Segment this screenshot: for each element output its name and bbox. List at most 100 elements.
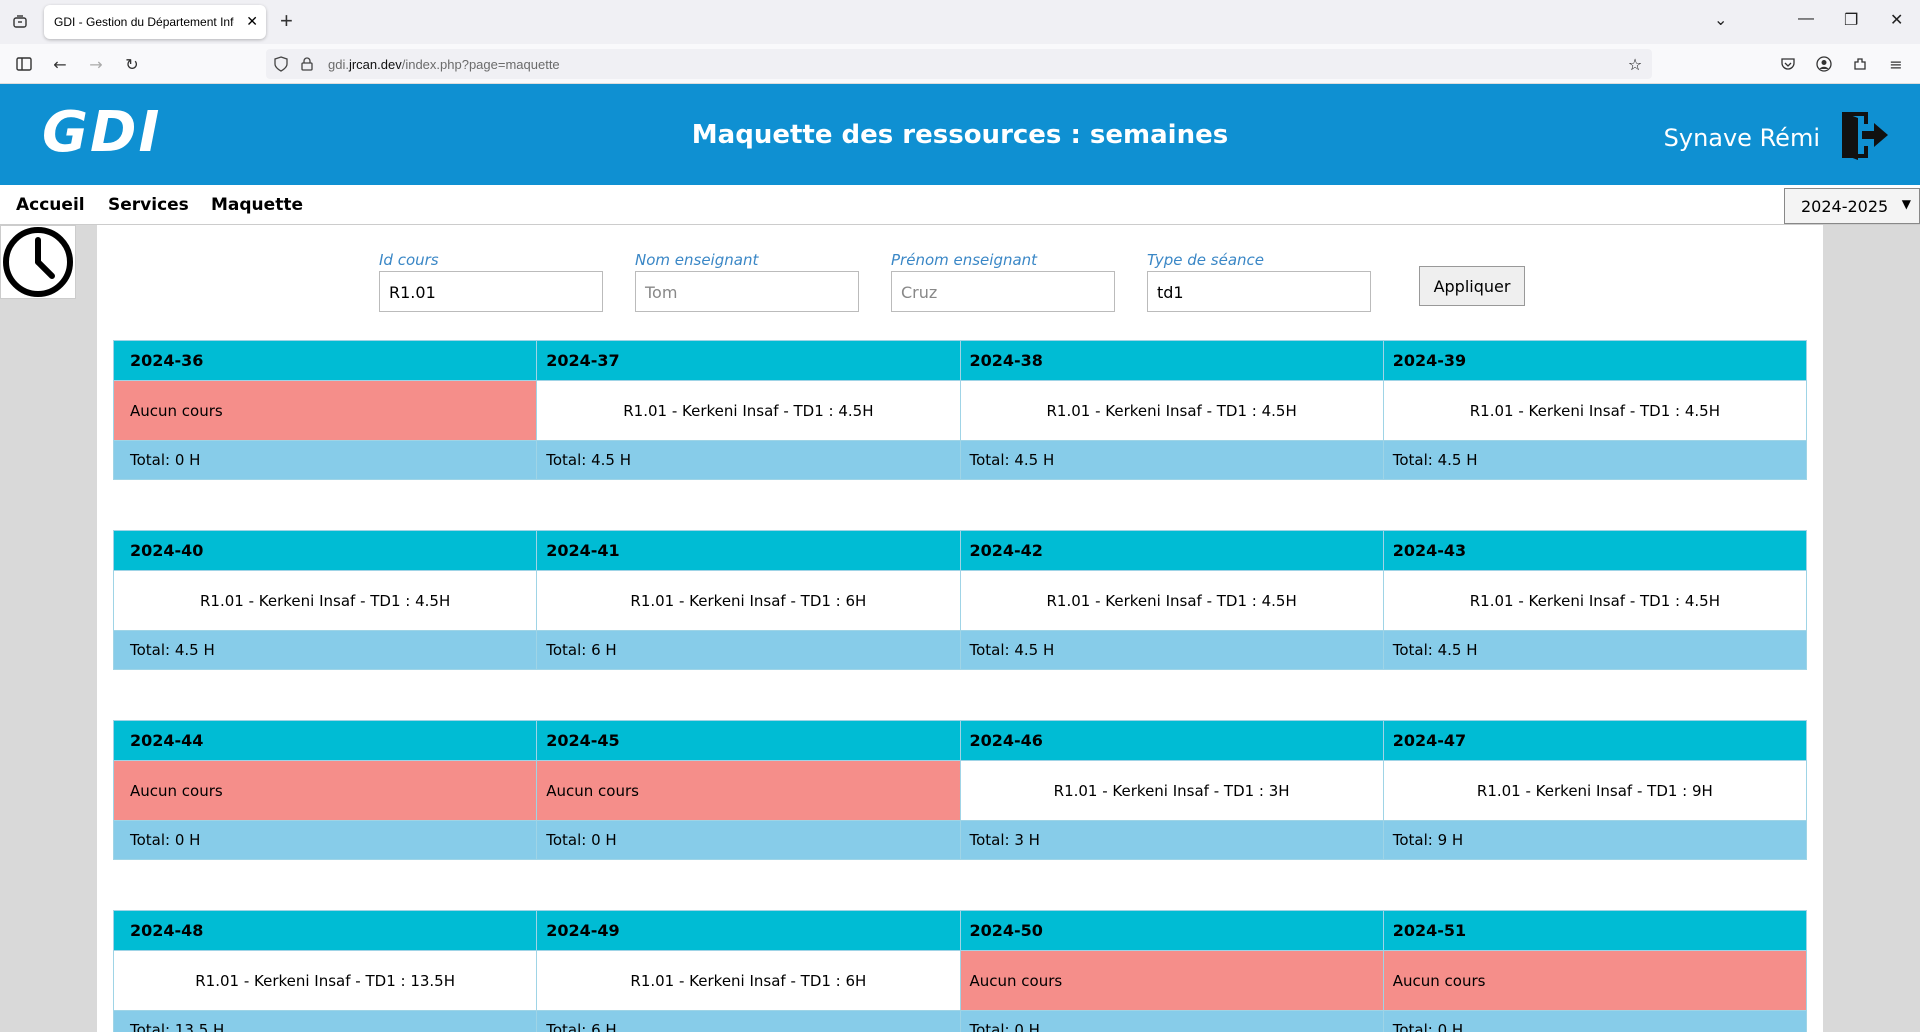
menu-item-accueil[interactable]: Accueil bbox=[16, 195, 85, 215]
restore-icon[interactable]: ❐ bbox=[1844, 10, 1858, 30]
week-total: Total: 0 H bbox=[1382, 1010, 1808, 1032]
reload-icon[interactable]: ↻ bbox=[120, 53, 144, 75]
week-number: 2024-42 bbox=[959, 530, 1384, 571]
no-course-cell: Aucun cours bbox=[1382, 950, 1808, 1011]
week-total-row: Total: 4.5 H Total: 6 H Total: 4.5 H Total:… bbox=[112, 630, 1808, 670]
apply-button[interactable]: Appliquer bbox=[1419, 266, 1525, 306]
logout-icon[interactable] bbox=[1838, 108, 1890, 162]
back-icon[interactable]: ← bbox=[48, 53, 72, 75]
year-select-value: 2024-2025 bbox=[1801, 196, 1889, 216]
id-cours-label: Id cours bbox=[379, 251, 439, 269]
extensions-icon[interactable] bbox=[1848, 53, 1872, 75]
week-number: 2024-39 bbox=[1382, 340, 1808, 381]
week-total: Total: 0 H bbox=[112, 440, 538, 480]
list-all-tabs-icon[interactable]: ⌄ bbox=[1714, 10, 1727, 30]
week-header-row: 2024-48 2024-49 2024-50 2024-51 bbox=[112, 910, 1808, 951]
week-total: Total: 0 H bbox=[536, 820, 961, 860]
tab-title: GDI - Gestion du Département Informatiqu… bbox=[54, 15, 234, 29]
user-name: Synave Rémi bbox=[1663, 124, 1820, 152]
chevron-down-icon: ▼ bbox=[1901, 197, 1911, 211]
week-table: 2024-48 2024-49 2024-50 2024-51 R1.01 - Kerk… bbox=[112, 910, 1808, 1032]
week-total: Total: 4.5 H bbox=[1382, 630, 1808, 670]
filter-type: Type de séance td1 bbox=[1147, 251, 1371, 312]
week-number: 2024-44 bbox=[112, 720, 538, 761]
no-course-cell: Aucun cours bbox=[959, 950, 1384, 1011]
week-number: 2024-48 bbox=[112, 910, 538, 951]
week-number: 2024-49 bbox=[536, 910, 961, 951]
id-cours-input[interactable]: R1.01 bbox=[379, 271, 603, 312]
lock-icon[interactable] bbox=[298, 55, 316, 73]
clock-icon bbox=[3, 227, 73, 297]
week-number: 2024-45 bbox=[536, 720, 961, 761]
course-cell: R1.01 - Kerkeni Insaf - TD1 : 3H bbox=[959, 760, 1384, 821]
week-total: Total: 6 H bbox=[536, 1010, 961, 1032]
week-number: 2024-41 bbox=[536, 530, 961, 571]
no-course-cell: Aucun cours bbox=[112, 760, 538, 821]
week-number: 2024-50 bbox=[959, 910, 1384, 951]
course-cell: R1.01 - Kerkeni Insaf - TD1 : 4.5H bbox=[1382, 380, 1808, 441]
week-number: 2024-47 bbox=[1382, 720, 1808, 761]
week-total: Total: 9 H bbox=[1382, 820, 1808, 860]
browser-navigation-bar: ← → ↻ gdi.jrcan.dev/index.php?page=maque… bbox=[0, 44, 1920, 84]
history-clock-button[interactable] bbox=[0, 225, 76, 299]
forward-icon[interactable]: → bbox=[84, 53, 108, 75]
type-seance-input[interactable]: td1 bbox=[1147, 271, 1371, 312]
week-total: Total: 4.5 H bbox=[1382, 440, 1808, 480]
course-cell: R1.01 - Kerkeni Insaf - TD1 : 13.5H bbox=[112, 950, 538, 1011]
week-total-row: Total: 0 H Total: 4.5 H Total: 4.5 H Total:… bbox=[112, 440, 1808, 480]
nom-enseignant-label: Nom enseignant bbox=[635, 251, 759, 269]
week-total: Total: 13.5 H bbox=[112, 1010, 538, 1032]
week-table: 2024-44 2024-45 2024-46 2024-47 Aucun cours A… bbox=[112, 720, 1808, 860]
address-bar[interactable]: gdi.jrcan.dev/index.php?page=maquette ☆ bbox=[266, 49, 1652, 79]
week-total: Total: 4.5 H bbox=[959, 630, 1384, 670]
pocket-icon[interactable] bbox=[1776, 53, 1800, 75]
bookmark-star-icon[interactable]: ☆ bbox=[1626, 55, 1644, 74]
url-text[interactable]: gdi.jrcan.dev/index.php?page=maquette bbox=[328, 57, 560, 72]
menu-icon[interactable]: ≡ bbox=[1884, 53, 1908, 75]
week-table: 2024-40 2024-41 2024-42 2024-43 R1.01 - Kerk… bbox=[112, 530, 1808, 670]
tab-list-icon[interactable] bbox=[8, 10, 32, 34]
week-content-row: Aucun cours Aucun cours R1.01 - Kerkeni In… bbox=[112, 760, 1808, 821]
menu-item-maquette[interactable]: Maquette bbox=[211, 195, 303, 215]
browser-tab-bar: GDI - Gestion du Département Informatiqu… bbox=[0, 0, 1920, 44]
prenom-enseignant-input[interactable]: Cruz bbox=[891, 271, 1115, 312]
main-menu: Accueil Services Maquette 2024-2025 ▼ bbox=[0, 185, 1920, 225]
account-icon[interactable] bbox=[1812, 53, 1836, 75]
week-number: 2024-40 bbox=[112, 530, 538, 571]
minimize-icon[interactable]: — bbox=[1798, 10, 1814, 28]
course-cell: R1.01 - Kerkeni Insaf - TD1 : 9H bbox=[1382, 760, 1808, 821]
week-total-row: Total: 0 H Total: 0 H Total: 3 H Total: 9 H bbox=[112, 820, 1808, 860]
filter-form: Id cours R1.01 Nom enseignant Tom Prénom… bbox=[97, 225, 1823, 335]
week-total: Total: 0 H bbox=[959, 1010, 1384, 1032]
week-total-row: Total: 13.5 H Total: 6 H Total: 0 H Total: … bbox=[112, 1010, 1808, 1032]
week-total: Total: 4.5 H bbox=[536, 440, 961, 480]
week-content-row: R1.01 - Kerkeni Insaf - TD1 : 4.5H R1.01 … bbox=[112, 570, 1808, 631]
tab-close-icon[interactable]: ✕ bbox=[246, 13, 258, 29]
week-number: 2024-46 bbox=[959, 720, 1384, 761]
sidebar-toggle-icon[interactable] bbox=[12, 53, 36, 75]
week-number: 2024-51 bbox=[1382, 910, 1808, 951]
no-course-cell: Aucun cours bbox=[536, 760, 961, 821]
week-header-row: 2024-40 2024-41 2024-42 2024-43 bbox=[112, 530, 1808, 571]
shield-icon[interactable] bbox=[272, 55, 290, 73]
week-number: 2024-37 bbox=[536, 340, 961, 381]
week-number: 2024-43 bbox=[1382, 530, 1808, 571]
filter-nom: Nom enseignant Tom bbox=[635, 251, 859, 312]
week-table: 2024-36 2024-37 2024-38 2024-39 Aucun cours R… bbox=[112, 340, 1808, 480]
week-header-row: 2024-36 2024-37 2024-38 2024-39 bbox=[112, 340, 1808, 381]
course-cell: R1.01 - Kerkeni Insaf - TD1 : 4.5H bbox=[959, 570, 1384, 631]
year-select[interactable]: 2024-2025 ▼ bbox=[1784, 188, 1920, 224]
type-seance-label: Type de séance bbox=[1147, 251, 1264, 269]
course-cell: R1.01 - Kerkeni Insaf - TD1 : 4.5H bbox=[536, 380, 961, 441]
menu-item-services[interactable]: Services bbox=[108, 195, 189, 215]
close-window-icon[interactable]: ✕ bbox=[1890, 10, 1903, 30]
week-total: Total: 3 H bbox=[959, 820, 1384, 860]
course-cell: R1.01 - Kerkeni Insaf - TD1 : 4.5H bbox=[1382, 570, 1808, 631]
nom-enseignant-input[interactable]: Tom bbox=[635, 271, 859, 312]
week-total: Total: 6 H bbox=[536, 630, 961, 670]
week-content-row: Aucun cours R1.01 - Kerkeni Insaf - TD1 :… bbox=[112, 380, 1808, 441]
new-tab-icon[interactable]: + bbox=[280, 10, 293, 32]
page-title: Maquette des ressources : semaines bbox=[691, 120, 1229, 150]
browser-tab[interactable]: GDI - Gestion du Département Informatiqu… bbox=[44, 5, 266, 39]
week-total: Total: 0 H bbox=[112, 820, 538, 860]
